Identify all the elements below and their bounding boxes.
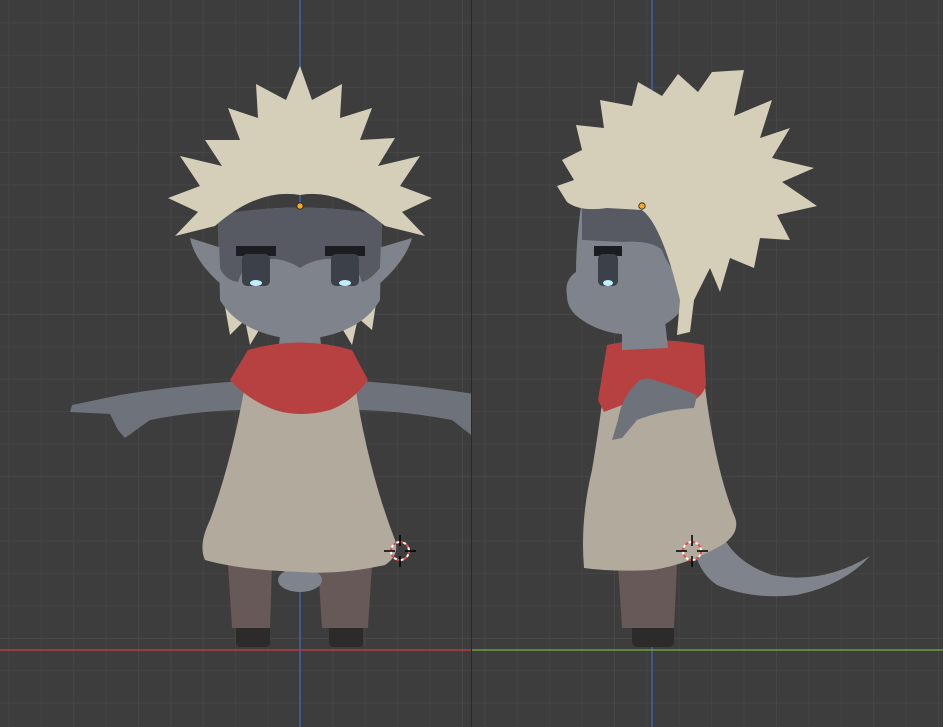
leg [618, 565, 677, 628]
side-view-canvas [472, 0, 943, 727]
left-leg [228, 565, 272, 628]
eye-glow [603, 280, 613, 286]
boot [632, 625, 674, 647]
left-arm [70, 380, 255, 438]
right-arm [345, 380, 471, 435]
left-boot [236, 625, 270, 647]
front-viewport[interactable] [0, 0, 471, 727]
character-front[interactable] [70, 66, 471, 647]
right-leg [318, 565, 372, 628]
right-eye-glow [339, 280, 351, 286]
character-side[interactable] [557, 70, 870, 647]
object-origin-icon[interactable] [638, 202, 646, 210]
left-eye-glow [250, 280, 262, 286]
right-boot [329, 625, 363, 647]
front-view-canvas [0, 0, 471, 727]
side-viewport[interactable] [471, 0, 943, 727]
object-origin-icon[interactable] [296, 202, 304, 210]
